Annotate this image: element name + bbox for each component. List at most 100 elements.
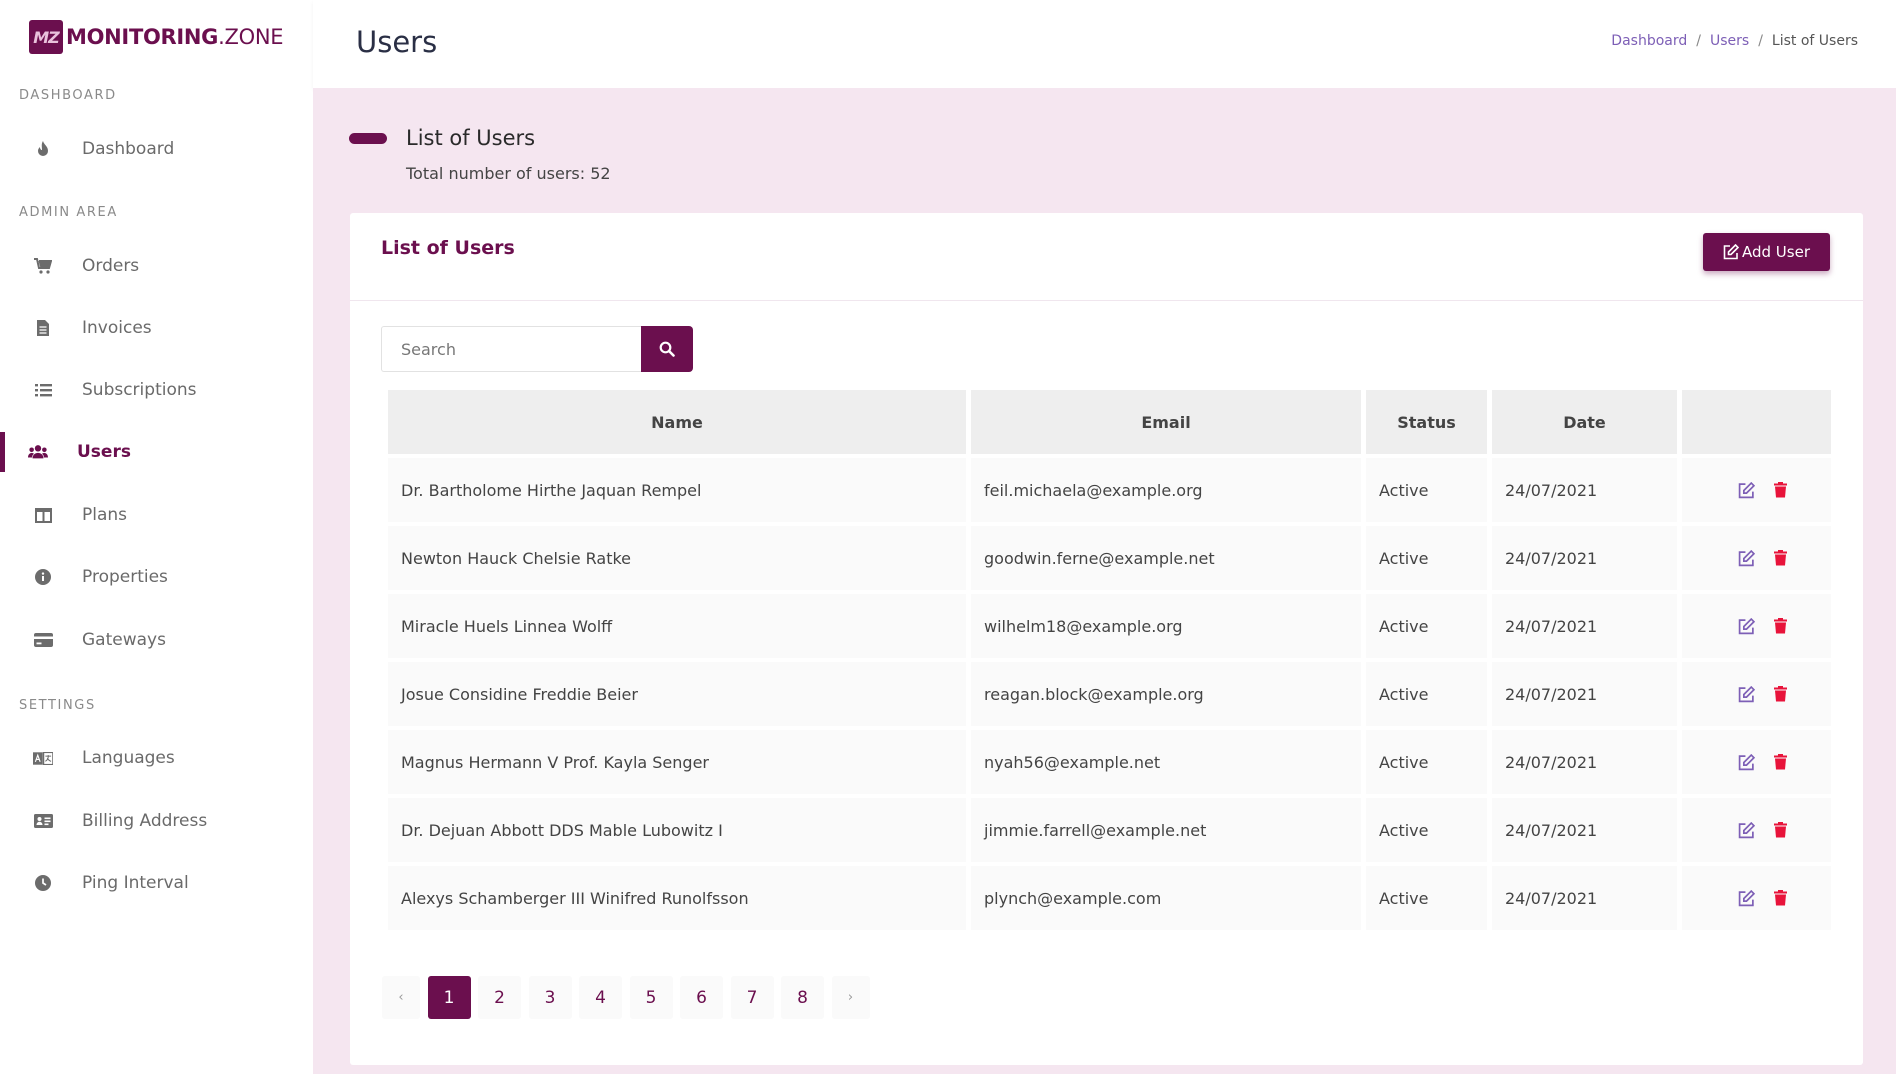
sidebar-item-label: Dashboard: [82, 139, 175, 159]
sidebar-item-languages[interactable]: Languages: [0, 734, 313, 782]
pagination-page[interactable]: 4: [579, 976, 622, 1019]
delete-icon[interactable]: [1770, 548, 1790, 568]
pagination-page[interactable]: 8: [781, 976, 824, 1019]
table-row: Magnus Hermann V Prof. Kayla Senger nyah5…: [388, 730, 1831, 794]
cell-date: 24/07/2021: [1492, 662, 1677, 726]
pagination-page[interactable]: 6: [680, 976, 723, 1019]
cell-name: Dr. Dejuan Abbott DDS Mable Lubowitz I: [388, 798, 966, 862]
column-header-name[interactable]: Name: [388, 390, 966, 454]
sidebar-item-orders[interactable]: Orders: [0, 242, 313, 290]
cell-name: Dr. Bartholome Hirthe Jaquan Rempel: [388, 458, 966, 522]
cell-actions: [1682, 866, 1831, 930]
table-row: Miracle Huels Linnea Wolff wilhelm18@exam…: [388, 594, 1831, 658]
search-icon: [659, 341, 675, 357]
cell-actions: [1682, 594, 1831, 658]
cell-status: Active: [1366, 798, 1487, 862]
cell-email: feil.michaela@example.org: [971, 458, 1361, 522]
edit-icon[interactable]: [1736, 548, 1756, 568]
pagination-page[interactable]: 3: [528, 976, 572, 1019]
sidebar-item-label: Languages: [82, 748, 175, 768]
delete-icon[interactable]: [1770, 888, 1790, 908]
sidebar-item-label: Subscriptions: [82, 380, 197, 400]
table-row: Dr. Dejuan Abbott DDS Mable Lubowitz Iji…: [388, 798, 1831, 862]
sidebar-item-billing-address[interactable]: Billing Address: [0, 797, 313, 845]
sidebar-item-plans[interactable]: Plans: [0, 491, 313, 539]
search-button[interactable]: [641, 326, 693, 372]
cell-status: Active: [1366, 526, 1487, 590]
pagination-page[interactable]: 1: [427, 976, 471, 1019]
delete-icon[interactable]: [1770, 480, 1790, 500]
logo-text-light: .ZONE: [218, 25, 284, 49]
column-header-date[interactable]: Date: [1492, 390, 1677, 454]
columns-icon: [33, 505, 53, 525]
breadcrumb-link-users[interactable]: Users: [1710, 33, 1749, 49]
delete-icon[interactable]: [1770, 752, 1790, 772]
card-title: List of Users: [381, 237, 515, 259]
delete-icon[interactable]: [1770, 684, 1790, 704]
sidebar-item-label: Users: [77, 442, 131, 462]
document-icon: [33, 318, 53, 338]
sidebar-item-label: Gateways: [82, 630, 166, 650]
pagination-page[interactable]: 7: [730, 976, 774, 1019]
delete-icon[interactable]: [1770, 820, 1790, 840]
logo-text: MONITORING.ZONE: [66, 25, 284, 49]
cell-actions: [1682, 526, 1831, 590]
table-header-row: Name Email Status Date: [388, 390, 1831, 454]
breadcrumb-link-dashboard[interactable]: Dashboard: [1611, 33, 1687, 49]
sidebar-item-users[interactable]: Users: [0, 428, 313, 476]
edit-icon[interactable]: [1736, 480, 1756, 500]
column-header-email[interactable]: Email: [971, 390, 1361, 454]
breadcrumb-current: List of Users: [1771, 33, 1858, 49]
sidebar: MZ MONITORING.ZONE DASHBOARD Dashboard A…: [0, 0, 313, 1074]
cell-status: Active: [1366, 458, 1487, 522]
add-user-label: Add User: [1742, 243, 1810, 261]
breadcrumb-separator: /: [1758, 33, 1763, 49]
edit-icon[interactable]: [1736, 820, 1756, 840]
page-title: Users: [356, 25, 438, 59]
table-row: Josue Considine Freddie Beier reagan.bloc…: [388, 662, 1831, 726]
section-label-admin-area: ADMIN AREA: [19, 205, 118, 220]
cell-actions: [1682, 730, 1831, 794]
sidebar-item-label: Invoices: [82, 318, 152, 338]
cell-name: Magnus Hermann V Prof. Kayla Senger: [388, 730, 966, 794]
sidebar-item-properties[interactable]: Properties: [0, 553, 313, 601]
section-label-dashboard: DASHBOARD: [19, 88, 117, 103]
cell-email: reagan.block@example.org: [971, 662, 1361, 726]
edit-icon[interactable]: [1736, 616, 1756, 636]
pagination-page[interactable]: 5: [629, 976, 673, 1019]
top-header: Users Dashboard / Users / List of Users: [313, 0, 1896, 88]
sidebar-item-label: Orders: [82, 256, 140, 276]
cell-email: jimmie.farrell@example.net: [971, 798, 1361, 862]
add-user-button[interactable]: Add User: [1703, 233, 1830, 271]
logo[interactable]: MZ MONITORING.ZONE: [29, 19, 284, 55]
card-header: List of Users Add User: [350, 213, 1863, 301]
pagination-prev[interactable]: ‹: [382, 976, 420, 1019]
sidebar-item-subscriptions[interactable]: Subscriptions: [0, 366, 313, 414]
users-card: List of Users Add User Name Email Status…: [350, 213, 1863, 1065]
language-icon: [33, 748, 53, 768]
sidebar-item-dashboard[interactable]: Dashboard: [0, 125, 313, 173]
search-bar: [381, 326, 693, 372]
logo-text-bold: MONITORING: [66, 25, 219, 49]
cell-status: Active: [1366, 662, 1487, 726]
users-icon: [28, 442, 48, 462]
sidebar-item-invoices[interactable]: Invoices: [0, 304, 313, 352]
address-card-icon: [33, 811, 53, 831]
logo-badge: MZ: [29, 20, 63, 54]
fire-icon: [33, 139, 53, 159]
column-header-status[interactable]: Status: [1366, 390, 1487, 454]
sidebar-item-label: Ping Interval: [82, 873, 189, 893]
edit-icon[interactable]: [1736, 888, 1756, 908]
cell-actions: [1682, 458, 1831, 522]
edit-icon[interactable]: [1736, 684, 1756, 704]
cell-email: nyah56@example.net: [971, 730, 1361, 794]
delete-icon[interactable]: [1770, 616, 1790, 636]
users-table: Name Email Status Date Dr. Bartholome Hi…: [383, 386, 1836, 934]
sidebar-item-gateways[interactable]: Gateways: [0, 616, 313, 664]
sidebar-item-ping-interval[interactable]: Ping Interval: [0, 859, 313, 907]
pagination-page[interactable]: 2: [478, 976, 521, 1019]
pagination-next[interactable]: ›: [831, 976, 870, 1019]
cell-actions: [1682, 662, 1831, 726]
edit-icon[interactable]: [1736, 752, 1756, 772]
search-input[interactable]: [381, 326, 641, 372]
